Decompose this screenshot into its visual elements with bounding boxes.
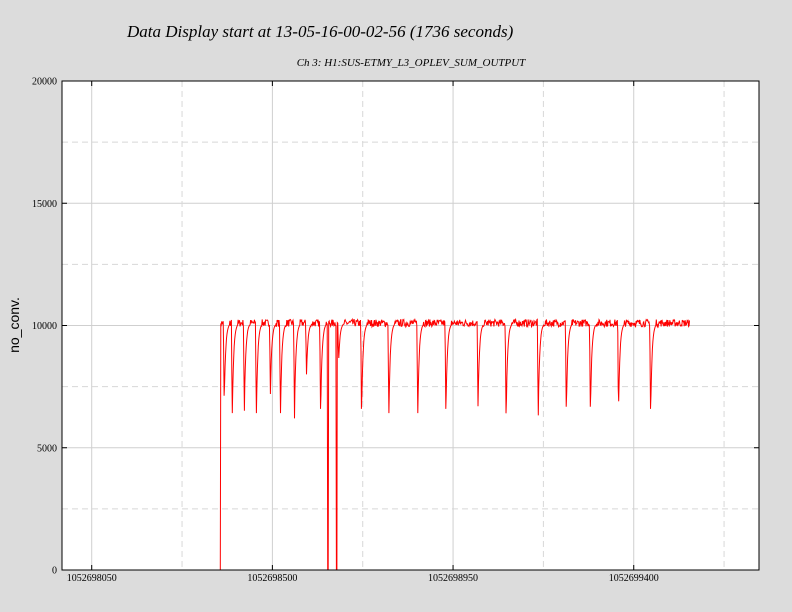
chart-subtitle: Ch 3: H1:SUS-ETMY_L3_OPLEV_SUM_OUTPUT xyxy=(297,57,526,69)
y-tick-label: 20000 xyxy=(32,77,57,88)
y-tick-label: 5000 xyxy=(37,443,57,454)
chart: Ch 3: H1:SUS-ETMY_L3_OPLEV_SUM_OUTPUT 0 5… xyxy=(6,57,760,584)
y-tick-label: 10000 xyxy=(32,321,57,332)
y-tick-label: 0 xyxy=(52,566,57,577)
x-tick-label: 1052698950 xyxy=(428,573,478,584)
x-tick-label: 1052699400 xyxy=(609,573,659,584)
y-tick-label: 15000 xyxy=(32,199,57,210)
y-axis-label: no_conv. xyxy=(6,297,22,353)
x-tick-label: 1052698050 xyxy=(67,573,117,584)
x-tick-label: 1052698500 xyxy=(247,573,297,584)
